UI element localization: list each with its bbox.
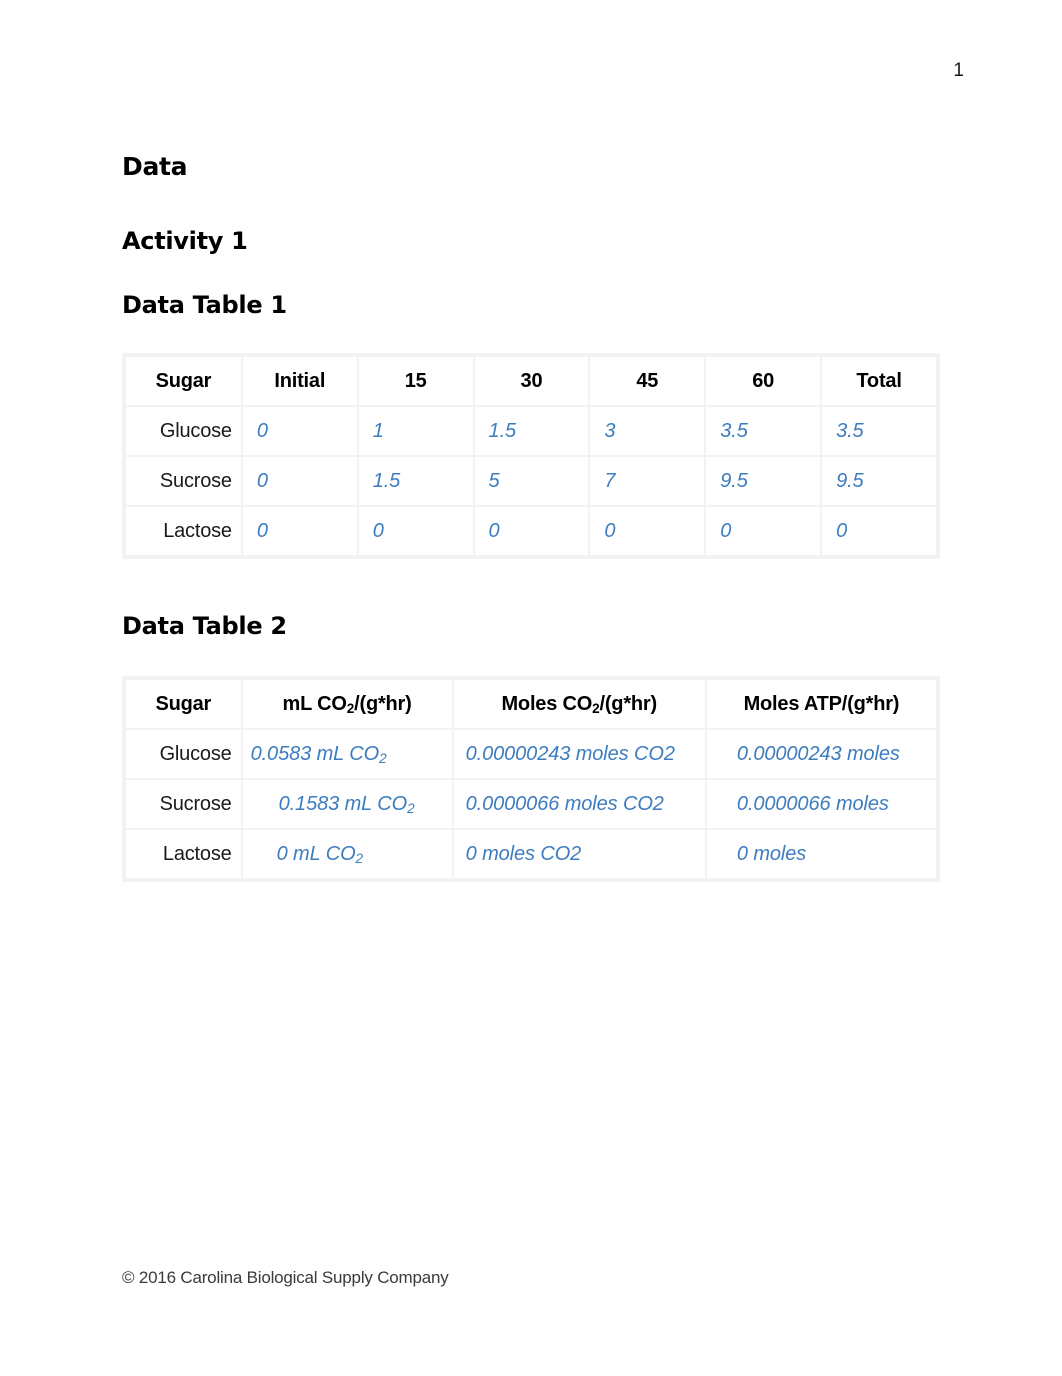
subscript-two: 2 (346, 701, 355, 717)
cell-lactose-moles-co2: 0 moles CO2 (453, 830, 705, 878)
data-table-1: Sugar Initial 15 30 45 60 Total Glucose … (124, 355, 938, 557)
column-header-total: Total (822, 357, 936, 405)
cell-glucose-initial: 0 (242, 407, 357, 455)
row-label-lactose: Lactose (126, 830, 241, 878)
column-header-ml-co2-per-g-hr: mL CO2/(g*hr) (242, 680, 452, 728)
section-heading-activity: Activity 1 (122, 227, 248, 255)
copyright-footer: © 2016 Carolina Biological Supply Compan… (122, 1268, 449, 1287)
row-label-lactose: Lactose (126, 507, 241, 555)
column-header-moles-prefix: Moles CO (501, 692, 593, 715)
cell-lactose-moles-atp: 0 moles (706, 830, 936, 878)
cell-glucose-45: 3 (590, 407, 705, 455)
cell-sucrose-moles-co2: 0.0000066 moles CO2 (453, 780, 705, 828)
column-header-moles-atp-per-g-hr: Moles ATP/(g*hr) (706, 680, 936, 728)
cell-lactose-60: 0 (706, 507, 821, 555)
section-heading-data-table-2: Data Table 2 (122, 612, 287, 640)
cell-sucrose-45: 7 (590, 457, 705, 505)
subscript-two: 2 (407, 801, 415, 817)
cell-glucose-ml-co2: 0.0583 mL CO2 (242, 730, 452, 778)
cell-glucose-60: 3.5 (706, 407, 821, 455)
table-row: Glucose 0 1 1.5 3 3.5 3.5 (126, 407, 936, 455)
cell-sucrose-initial: 0 (242, 457, 357, 505)
page-title: Data (122, 152, 188, 181)
page-number: 1 (953, 60, 964, 81)
subscript-two: 2 (379, 751, 387, 767)
cell-lactose-initial: 0 (242, 507, 357, 555)
column-header-sugar: Sugar (126, 357, 241, 405)
cell-glucose-moles-co2: 0.00000243 moles CO2 (453, 730, 705, 778)
cell-glucose-total: 3.5 (822, 407, 936, 455)
cell-value: 0.0583 mL CO (250, 742, 380, 765)
column-header-30: 30 (474, 357, 589, 405)
cell-sucrose-moles-atp: 0.0000066 moles (706, 780, 936, 828)
table-header-row: Sugar Initial 15 30 45 60 Total (126, 357, 936, 405)
row-label-glucose: Glucose (126, 730, 241, 778)
table-row: Glucose 0.0583 mL CO2 0.00000243 moles C… (126, 730, 936, 778)
cell-sucrose-15: 1.5 (358, 457, 473, 505)
subscript-two: 2 (355, 851, 364, 867)
data-table-2: Sugar mL CO2/(g*hr) Moles CO2/(g*hr) Mol… (124, 678, 938, 880)
cell-sucrose-30: 5 (474, 457, 589, 505)
column-header-moles-suffix: /(g*hr) (599, 692, 657, 715)
section-heading-data-table-1: Data Table 1 (122, 291, 287, 319)
cell-lactose-15: 0 (358, 507, 473, 555)
data-table-1-wrapper: Sugar Initial 15 30 45 60 Total Glucose … (122, 353, 940, 559)
cell-lactose-45: 0 (590, 507, 705, 555)
column-header-moles-co2-per-g-hr: Moles CO2/(g*hr) (453, 680, 705, 728)
row-label-glucose: Glucose (126, 407, 241, 455)
cell-value: 0 mL CO (276, 842, 356, 865)
column-header-ml-suffix: /(g*hr) (354, 692, 412, 715)
table-row: Lactose 0 0 0 0 0 0 (126, 507, 936, 555)
row-label-sucrose: Sucrose (126, 457, 241, 505)
document-page: 1 Data Activity 1 Data Table 1 Sugar Ini… (0, 0, 1062, 1376)
column-header-60: 60 (706, 357, 821, 405)
column-header-initial: Initial (242, 357, 357, 405)
cell-sucrose-ml-co2: 0.1583 mL CO2 (242, 780, 452, 828)
document-content: Data Activity 1 Data Table 1 Sugar Initi… (122, 152, 940, 882)
column-header-15: 15 (358, 357, 473, 405)
cell-glucose-30: 1.5 (474, 407, 589, 455)
table-header-row: Sugar mL CO2/(g*hr) Moles CO2/(g*hr) Mol… (126, 680, 936, 728)
subscript-two: 2 (592, 701, 600, 717)
table-row: Sucrose 0.1583 mL CO2 0.0000066 moles CO… (126, 780, 936, 828)
table-row: Lactose 0 mL CO2 0 moles CO2 0 moles (126, 830, 936, 878)
cell-glucose-15: 1 (358, 407, 473, 455)
cell-lactose-30: 0 (474, 507, 589, 555)
column-header-sugar: Sugar (126, 680, 241, 728)
column-header-45: 45 (590, 357, 705, 405)
row-label-sucrose: Sucrose (126, 780, 241, 828)
cell-sucrose-total: 9.5 (822, 457, 936, 505)
cell-lactose-total: 0 (822, 507, 936, 555)
cell-glucose-moles-atp: 0.00000243 moles (706, 730, 936, 778)
cell-sucrose-60: 9.5 (706, 457, 821, 505)
cell-lactose-ml-co2: 0 mL CO2 (242, 830, 452, 878)
table-row: Sucrose 0 1.5 5 7 9.5 9.5 (126, 457, 936, 505)
data-table-2-wrapper: Sugar mL CO2/(g*hr) Moles CO2/(g*hr) Mol… (122, 676, 940, 882)
column-header-ml-prefix: mL CO (282, 692, 347, 715)
cell-value: 0.1583 mL CO (278, 792, 408, 815)
